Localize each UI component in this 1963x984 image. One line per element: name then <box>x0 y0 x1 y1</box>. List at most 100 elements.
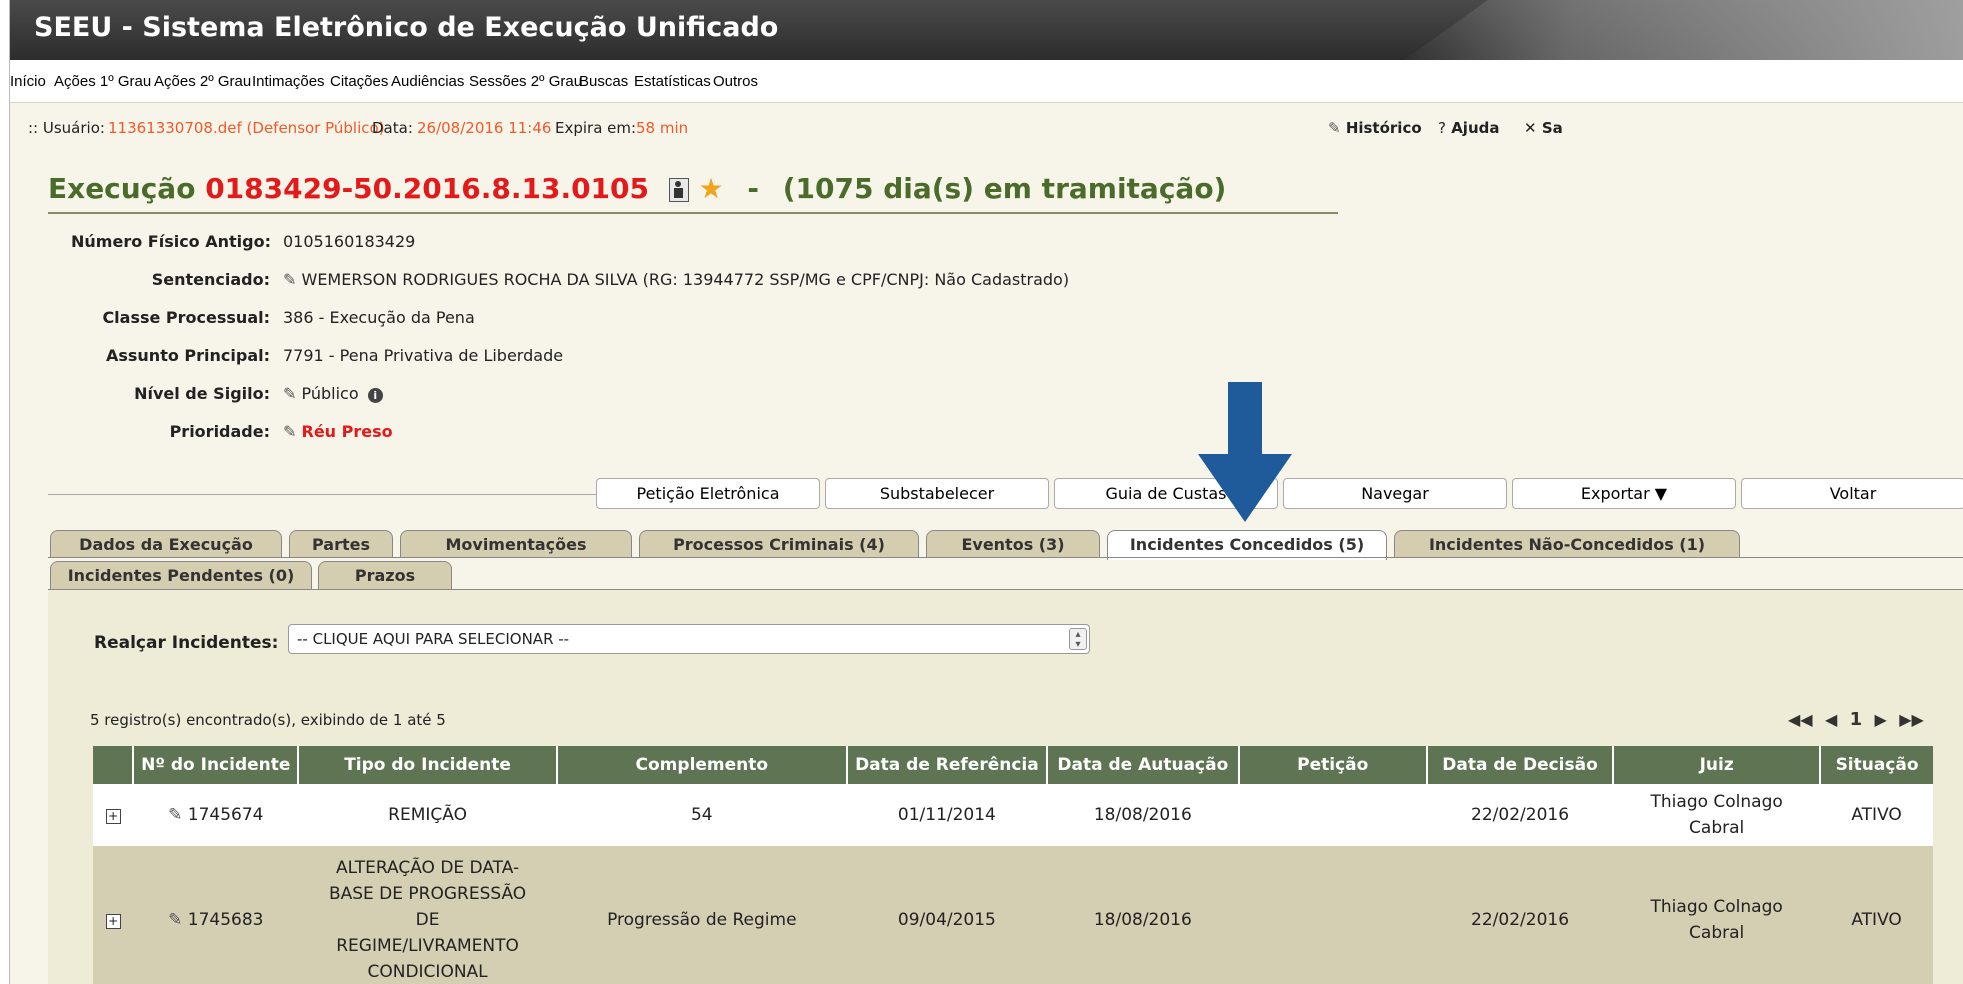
assunto-label: Assunto Principal: <box>105 346 270 365</box>
table-row: + ✎ 1745674 REMIÇÃO 54 01/11/2014 18/08/… <box>93 784 1933 846</box>
expand-row-icon[interactable]: + <box>105 914 121 929</box>
table-header-row: Nº do Incidente Tipo do Incidente Comple… <box>93 746 1933 784</box>
realcar-select[interactable]: -- CLIQUE AQUI PARA SELECIONAR -- ▴ ▾ <box>288 624 1090 654</box>
col-data-autuacao[interactable]: Data de Autuação <box>1046 746 1239 784</box>
session-expire-label: Expira em: <box>555 119 637 137</box>
pagination: ◀◀ ◀ 1 ▶ ▶▶ <box>1788 706 1930 730</box>
sair-link[interactable]: ✕ Sa <box>1524 119 1563 137</box>
menu-item-estatisticas[interactable]: Estatísticas <box>634 73 711 90</box>
col-data-decisao[interactable]: Data de Decisão <box>1425 746 1614 784</box>
menu-item-inicio[interactable]: Início <box>10 73 46 90</box>
menu-item-citacoes[interactable]: Citações <box>330 73 388 90</box>
favorite-star-icon[interactable]: ★ <box>699 172 724 205</box>
incidentes-table: Nº do Incidente Tipo do Incidente Comple… <box>93 746 1933 984</box>
session-expire-value: 58 min <box>636 119 689 137</box>
menu-item-acoes-2-grau[interactable]: Ações 2º Grau <box>154 73 251 90</box>
info-icon[interactable]: i <box>367 388 383 403</box>
incidente-complemento: 54 <box>556 784 847 846</box>
tab-movimentacoes[interactable]: Movimentações <box>400 530 632 558</box>
last-page-icon[interactable]: ▶▶ <box>1899 710 1924 729</box>
heading-separator: - <box>747 172 759 205</box>
first-page-icon[interactable]: ◀◀ <box>1788 710 1813 729</box>
historico-label: Histórico <box>1345 119 1422 137</box>
menu-item-acoes-1-grau[interactable]: Ações 1º Grau <box>54 73 151 90</box>
col-situacao[interactable]: Situação <box>1819 746 1933 784</box>
detail-row-sigilo: Nível de Sigilo: ✎ Público i <box>10 384 1310 408</box>
incidente-data-referencia: 09/04/2015 <box>846 846 1048 984</box>
tab-eventos[interactable]: Eventos (3) <box>926 530 1100 558</box>
expand-row-icon[interactable]: + <box>105 809 121 824</box>
incidente-numero: 1745683 <box>187 910 264 930</box>
detail-row-sentenciado: Sentenciado: ✎ WEMERSON RODRIGUES ROCHA … <box>10 270 1310 294</box>
pencil-icon: ✎ <box>1328 119 1341 137</box>
help-icon: ? <box>1438 119 1446 137</box>
incidente-data-referencia: 01/11/2014 <box>846 784 1048 846</box>
edit-pencil-icon[interactable]: ✎ <box>283 422 296 441</box>
col-complemento[interactable]: Complemento <box>555 746 847 784</box>
close-icon: ✕ <box>1524 119 1537 137</box>
edit-pencil-icon[interactable]: ✎ <box>168 805 182 825</box>
tab-dados-execucao[interactable]: Dados da Execução <box>50 530 282 558</box>
tab-partes[interactable]: Partes <box>289 530 393 558</box>
incidente-situacao: ATIVO <box>1820 784 1933 846</box>
assunto-value: 7791 - Pena Privativa de Liberdade <box>283 346 564 365</box>
prioridade-value: Réu Preso <box>301 422 393 441</box>
person-icon[interactable] <box>668 178 689 202</box>
col-juiz[interactable]: Juiz <box>1612 746 1821 784</box>
sigilo-label: Nível de Sigilo: <box>134 384 270 403</box>
col-tipo[interactable]: Tipo do Incidente <box>297 746 557 784</box>
incidente-juiz: Thiago Colnago Cabral <box>1613 846 1821 984</box>
incidente-tipo: ALTERAÇÃO DE DATA-BASE DE PROGRESSÃO DE … <box>298 846 557 984</box>
col-peticao[interactable]: Petição <box>1237 746 1427 784</box>
table-row: + ✎ 1745683 ALTERAÇÃO DE DATA-BASE DE PR… <box>93 846 1933 984</box>
user-prefix: :: Usuário: <box>28 119 105 137</box>
incidente-complemento: Progressão de Regime <box>556 846 847 984</box>
tab-processos-criminais[interactable]: Processos Criminais (4) <box>639 530 919 558</box>
sentenciado-label: Sentenciado: <box>151 270 270 289</box>
user-name: 11361330708.def (Defensor Público) <box>108 119 385 137</box>
prev-page-icon[interactable]: ◀ <box>1825 710 1837 729</box>
ajuda-link[interactable]: ? Ajuda <box>1438 119 1500 137</box>
menu-item-intimacoes[interactable]: Intimações <box>252 73 325 90</box>
navegar-button[interactable]: Navegar <box>1283 478 1507 509</box>
highlight-arrow-icon <box>1198 382 1292 522</box>
current-page[interactable]: 1 <box>1850 709 1863 730</box>
incidente-data-autuacao: 18/08/2016 <box>1047 784 1239 846</box>
classe-label: Classe Processual: <box>102 308 270 327</box>
exportar-button[interactable]: Exportar ▼ <box>1512 478 1736 509</box>
substabelecer-button[interactable]: Substabelecer <box>825 478 1049 509</box>
tab-prazos[interactable]: Prazos <box>318 561 452 589</box>
tab-incidentes-pendentes[interactable]: Incidentes Pendentes (0) <box>50 561 312 589</box>
incidente-peticao <box>1238 784 1427 846</box>
tab-incidentes-concedidos[interactable]: Incidentes Concedidos (5) <box>1107 530 1387 560</box>
ajuda-label: Ajuda <box>1451 119 1500 137</box>
next-page-icon[interactable]: ▶ <box>1875 710 1887 729</box>
incidente-situacao: ATIVO <box>1820 846 1933 984</box>
app-frame: SEEU - Sistema Eletrônico de Execução Un… <box>9 0 1963 984</box>
menu-item-outros[interactable]: Outros <box>713 73 758 90</box>
col-data-referencia[interactable]: Data de Referência <box>845 746 1048 784</box>
user-info-bar: :: Usuário: 11361330708.def (Defensor Pú… <box>10 102 1963 152</box>
realcar-selected-value: -- CLIQUE AQUI PARA SELECIONAR -- <box>297 630 570 648</box>
menu-item-buscas[interactable]: Buscas <box>579 73 628 90</box>
incidente-tipo: REMIÇÃO <box>298 784 557 846</box>
sair-label: Sa <box>1541 119 1563 137</box>
menu-item-sessoes-2-grau[interactable]: Sessões 2º Grau <box>469 73 582 90</box>
numero-fisico-value: 0105160183429 <box>283 232 416 251</box>
col-expand <box>93 746 134 784</box>
detail-row-prioridade: Prioridade: ✎ Réu Preso <box>10 422 1310 446</box>
edit-pencil-icon[interactable]: ✎ <box>168 910 182 930</box>
peticao-eletronica-button[interactable]: Petição Eletrônica <box>596 478 820 509</box>
menu-item-audiencias[interactable]: Audiências <box>391 73 464 90</box>
col-numero[interactable]: Nº do Incidente <box>132 746 299 784</box>
edit-pencil-icon[interactable]: ✎ <box>283 270 296 289</box>
detail-row-assunto: Assunto Principal: 7791 - Pena Privativa… <box>10 346 1310 370</box>
records-count: 5 registro(s) encontrado(s), exibindo de… <box>90 711 446 729</box>
incidente-juiz: Thiago Colnago Cabral <box>1613 784 1821 846</box>
app-title: SEEU - Sistema Eletrônico de Execução Un… <box>34 12 779 43</box>
incidente-peticao <box>1238 846 1427 984</box>
tab-incidentes-nao-concedidos[interactable]: Incidentes Não-Concedidos (1) <box>1394 530 1740 558</box>
historico-link[interactable]: ✎ Histórico <box>1328 119 1422 137</box>
edit-pencil-icon[interactable]: ✎ <box>283 384 296 403</box>
voltar-button[interactable]: Voltar <box>1741 478 1963 509</box>
